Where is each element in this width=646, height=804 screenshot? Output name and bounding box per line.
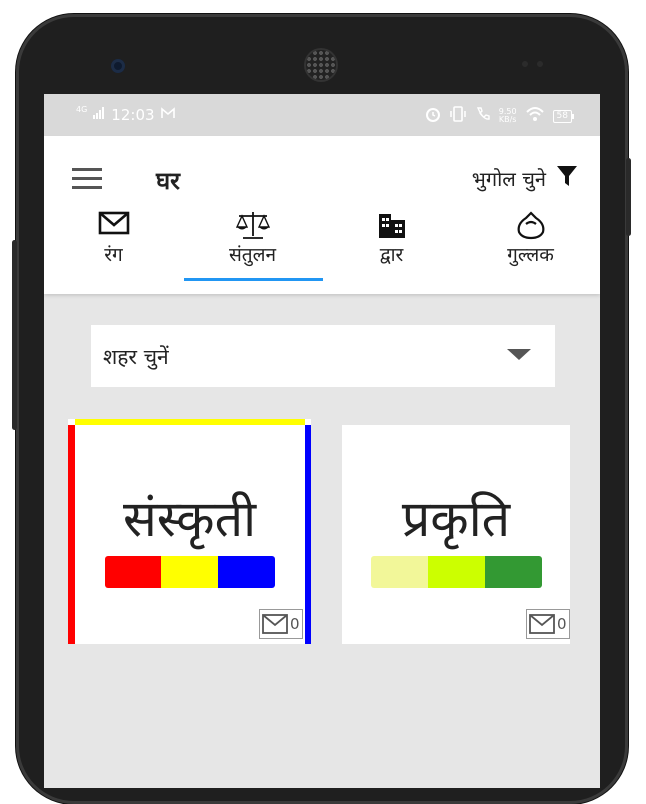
geo-filter-label: भुगोल चुने [471,166,546,191]
card-prakriti[interactable]: प्रकृति 0 [342,425,570,644]
card-sanskriti[interactable]: संस्कृती 0 [68,419,311,644]
page-title: घर [156,167,180,195]
tab-dwar[interactable]: द्वार [322,210,461,286]
color-strip [371,556,542,588]
tab-label: रंग [104,244,123,266]
message-count: 0 [557,615,567,633]
screen: 4G 12:03 9.50 KB/s 58 घर भुगोल चुने रंग … [44,94,600,788]
sensor [537,61,543,67]
alarm-icon [425,106,441,126]
message-count: 0 [290,615,300,633]
app-bar: घर भुगोल चुने रंग संतुलन द्वार गुल्लक [44,136,600,294]
power-button [626,158,631,236]
tab-label: गुल्लक [507,244,554,266]
envelope-icon [44,210,183,240]
envelope-icon [529,614,555,634]
city-select-value: शहर चुनें [103,345,169,369]
card-title: प्रकृति [401,490,511,548]
wifi-icon [525,106,545,126]
color-swatch [161,556,218,588]
net-speed: 9.50 KB/s [498,107,517,124]
status-bar: 4G 12:03 9.50 KB/s 58 [44,94,600,136]
active-tab-indicator [184,278,323,281]
tab-rang[interactable]: रंग [44,210,183,286]
front-camera [111,59,125,73]
color-swatch [371,556,428,588]
signal-icon [93,107,105,123]
color-strip [105,556,275,588]
battery-icon: 58 [552,109,574,123]
dropdown-arrow-icon [507,349,531,360]
message-button[interactable]: 0 [526,609,570,639]
tab-gullak[interactable]: गुल्लक [461,210,600,286]
card-border-top [75,419,305,425]
wifi-call-icon [475,106,491,126]
color-swatch [218,556,275,588]
filter-icon [556,164,578,192]
sensor [522,61,528,67]
tab-label: द्वार [379,244,404,266]
city-select[interactable]: शहर चुनें [91,325,555,387]
geo-filter-button[interactable]: भुगोल चुने [472,164,578,192]
color-swatch [428,556,485,588]
vibrate-icon [449,106,467,126]
color-swatch [485,556,542,588]
piggy-bank-icon [461,210,600,240]
earpiece [306,50,336,80]
color-swatch [105,556,161,588]
tab-label: संतुलन [228,244,277,266]
envelope-icon [262,614,288,634]
clock: 12:03 [111,106,155,124]
network-type: 4G [76,105,88,114]
message-button[interactable]: 0 [259,609,303,639]
tab-bar: रंग संतुलन द्वार गुल्लक [44,210,600,286]
gmail-icon [160,107,175,123]
volume-button [12,240,17,430]
hamburger-menu-icon[interactable] [72,168,102,190]
scale-icon [183,210,322,240]
card-title: संस्कृती [122,490,257,548]
tab-santulan[interactable]: संतुलन [183,210,322,286]
building-icon [322,210,461,240]
